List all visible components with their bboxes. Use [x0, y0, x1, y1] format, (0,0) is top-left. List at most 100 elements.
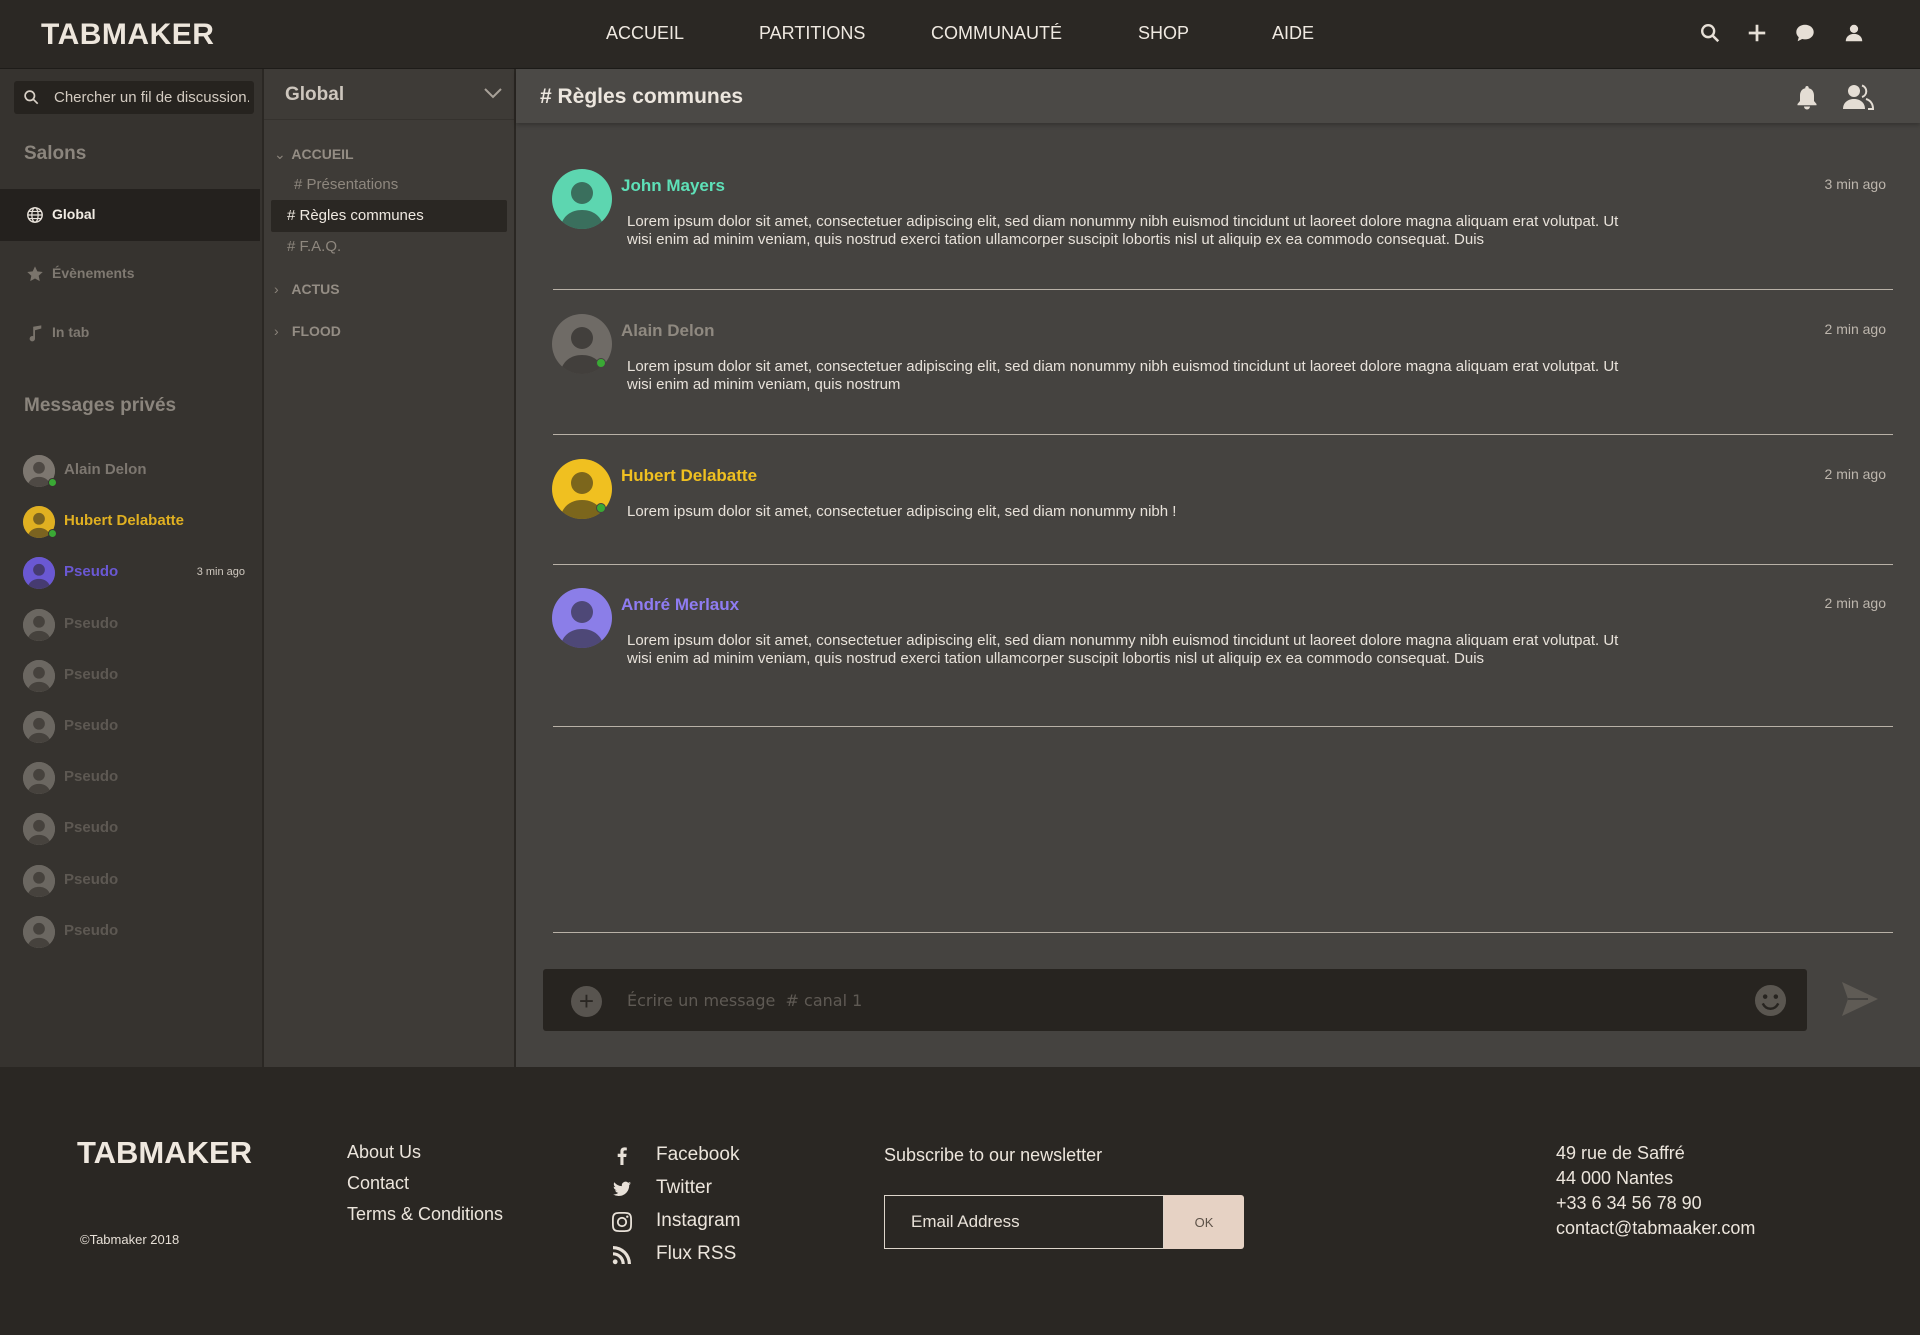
user-icon[interactable] [1843, 22, 1865, 44]
globe-icon [27, 207, 43, 223]
server-name: Global [285, 84, 345, 105]
email-field[interactable] [884, 1195, 1164, 1249]
address-phone[interactable]: +33 6 34 56 78 90 [1556, 1193, 1702, 1214]
dm-item[interactable]: Hubert Delabatte [0, 496, 260, 547]
dm-item[interactable]: Pseudo [0, 599, 260, 650]
dm-name: Pseudo [64, 768, 119, 786]
message-author[interactable]: Alain Delon [621, 321, 715, 341]
social-facebook[interactable]: Facebook [612, 1142, 772, 1170]
message-author[interactable]: André Merlaux [621, 595, 739, 615]
nav-communaute[interactable]: COMMUNAUTÉ [931, 23, 1062, 44]
dm-name: Pseudo [64, 563, 119, 581]
logo[interactable]: TABMAKER [41, 18, 214, 52]
social-label: Flux RSS [656, 1243, 737, 1264]
dm-item[interactable]: Pseudo [0, 855, 260, 906]
chat-header: # Règles communes [516, 69, 1920, 123]
channel-list: Global ⌄ ACCUEIL # Présentations # Règle… [264, 69, 514, 1067]
avatar[interactable] [552, 169, 612, 229]
link-contact[interactable]: Contact [347, 1173, 409, 1194]
add-attachment-button[interactable]: + [571, 986, 602, 1017]
members-icon[interactable] [1842, 83, 1874, 111]
message-text: Lorem ipsum dolor sit amet, consectetuer… [627, 358, 1619, 393]
sidebar: Salons Global Évènements In tab Messages… [0, 69, 262, 1067]
social-rss[interactable]: Flux RSS [612, 1241, 772, 1269]
avatar[interactable] [552, 588, 612, 648]
social-twitter[interactable]: Twitter [612, 1175, 772, 1203]
nav-shop[interactable]: SHOP [1138, 23, 1189, 44]
category-flood[interactable]: › FLOOD [274, 323, 341, 339]
dm-item[interactable]: Pseudo [0, 701, 260, 752]
social-label: Instagram [656, 1210, 741, 1231]
message-time: 2 min ago [1824, 321, 1886, 337]
plus-icon[interactable] [1746, 22, 1768, 44]
category-actus[interactable]: › ACTUS [274, 281, 340, 297]
room-global[interactable]: Global [0, 189, 260, 241]
message-time: 2 min ago [1824, 595, 1886, 611]
dm-name: Pseudo [64, 870, 119, 888]
category-label: FLOOD [291, 323, 341, 339]
dm-item[interactable]: Pseudo [0, 906, 260, 957]
nav-aide[interactable]: AIDE [1272, 23, 1314, 44]
message-text: Lorem ipsum dolor sit amet, consectetuer… [627, 213, 1619, 248]
emoji-icon[interactable] [1754, 984, 1787, 1017]
link-about-us[interactable]: About Us [347, 1142, 421, 1163]
dm-name: Alain Delon [64, 461, 147, 478]
rss-icon [612, 1246, 631, 1265]
message-text: Lorem ipsum dolor sit amet, consectetuer… [627, 632, 1619, 667]
server-selector[interactable]: Global [264, 69, 514, 120]
music-note-icon [29, 325, 42, 342]
twitter-icon [613, 1181, 631, 1197]
message-author[interactable]: John Mayers [621, 176, 725, 196]
message-author[interactable]: Hubert Delabatte [621, 466, 757, 486]
divider [553, 564, 1893, 565]
chevron-right-icon: › [274, 323, 279, 339]
room-label: In tab [52, 324, 90, 340]
nav-accueil[interactable]: ACCUEIL [606, 23, 684, 44]
channel-presentations[interactable]: # Présentations [271, 169, 507, 201]
dm-name: Pseudo [64, 717, 119, 734]
dm-time: 3 min ago [196, 566, 245, 579]
message-time: 3 min ago [1824, 176, 1886, 192]
channel-regles-communes[interactable]: # Règles communes [271, 200, 507, 232]
link-terms[interactable]: Terms & Conditions [347, 1204, 503, 1225]
avatar [23, 813, 55, 846]
search-icon[interactable] [1699, 22, 1721, 44]
avatar [23, 915, 55, 948]
chevron-right-icon: › [274, 281, 279, 297]
divider [553, 434, 1893, 435]
dm-item[interactable]: Pseudo [0, 752, 260, 803]
avatar [23, 659, 55, 692]
dm-item[interactable]: Pseudo [0, 803, 260, 854]
dm-item[interactable]: Pseudo 3 min ago [0, 547, 260, 598]
social-label: Facebook [656, 1144, 740, 1165]
message-input[interactable] [627, 969, 1727, 1031]
room-in-tab[interactable]: In tab [0, 307, 260, 359]
message-composer: + [543, 969, 1807, 1031]
divider [553, 932, 1893, 933]
social-instagram[interactable]: Instagram [612, 1208, 772, 1236]
avatar [23, 608, 55, 641]
category-label: ACTUS [291, 281, 340, 297]
dm-name: Pseudo [64, 819, 119, 837]
avatar [23, 711, 55, 743]
instagram-icon [612, 1212, 632, 1232]
room-evenements[interactable]: Évènements [0, 248, 260, 300]
footer-logo[interactable]: TABMAKER [77, 1135, 252, 1171]
channel-faq[interactable]: # F.A.Q. [271, 231, 507, 263]
star-icon [27, 266, 43, 282]
nav-partitions[interactable]: PARTITIONS [759, 23, 865, 44]
category-accueil[interactable]: ⌄ ACCUEIL [274, 146, 354, 163]
chat-icon[interactable] [1794, 22, 1816, 44]
dm-title: Messages privés [24, 395, 177, 416]
send-icon[interactable] [1841, 981, 1879, 1017]
copyright: ©Tabmaker 2018 [80, 1232, 180, 1247]
bell-icon[interactable] [1795, 85, 1819, 111]
newsletter-form: OK [884, 1195, 1244, 1249]
dm-item[interactable]: Alain Delon [0, 445, 260, 496]
channel-title: # Règles communes [540, 85, 744, 108]
online-indicator [596, 358, 606, 368]
subscribe-ok-button[interactable]: OK [1164, 1195, 1244, 1249]
address-email[interactable]: contact@tabmaaker.com [1556, 1218, 1755, 1239]
dm-item[interactable]: Pseudo [0, 650, 260, 701]
thread-search-input[interactable] [54, 81, 249, 114]
